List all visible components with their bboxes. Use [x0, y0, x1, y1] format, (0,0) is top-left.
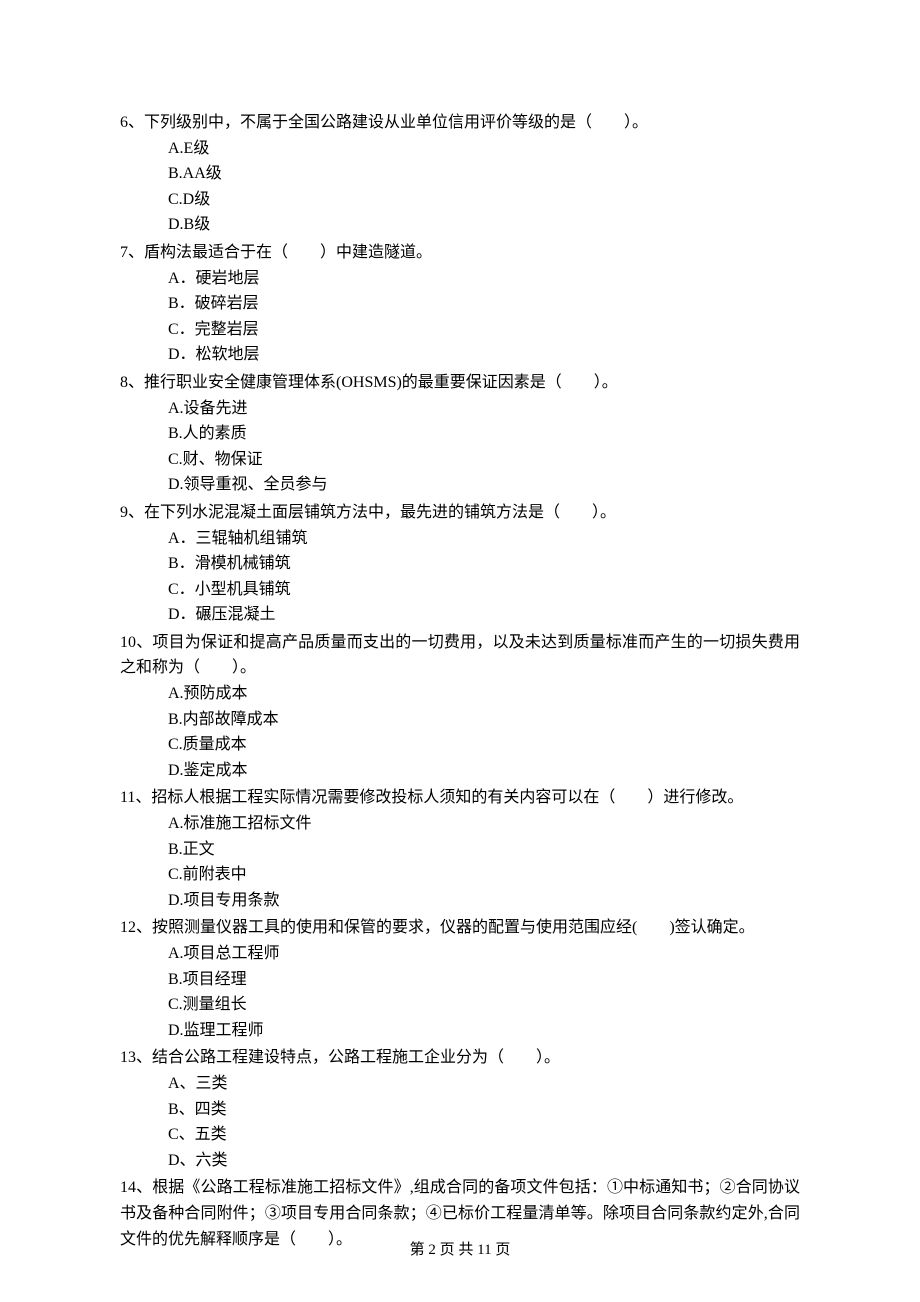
question-option: B.内部故障成本 [168, 707, 800, 733]
question-option: B.正文 [168, 837, 800, 863]
question-stem: 8、推行职业安全健康管理体系(OHSMS)的最重要保证因素是（ ）。 [120, 370, 800, 396]
question-number: 13、 [120, 1049, 152, 1066]
question-options: A.标准施工招标文件B.正文C.前附表中D.项目专用条款 [120, 811, 800, 913]
question-stem-text: 按照测量仪器工具的使用和保管的要求，仪器的配置与使用范围应经( )签认确定。 [152, 919, 755, 936]
question-option: D．松软地层 [168, 342, 800, 368]
question-option: D.项目专用条款 [168, 888, 800, 914]
question-stem-text: 项目为保证和提高产品质量而支出的一切费用，以及未达到质量标准而产生的一切损失费用… [120, 634, 800, 677]
question-option: D、六类 [168, 1148, 800, 1174]
questions-container: 6、下列级别中，不属于全国公路建设从业单位信用评价等级的是（ ）。A.E级B.A… [120, 110, 800, 1252]
question-option: B、四类 [168, 1097, 800, 1123]
question-number: 11、 [120, 789, 151, 806]
question-options: A.预防成本B.内部故障成本C.质量成本D.鉴定成本 [120, 681, 800, 783]
question-options: A、三类B、四类C、五类D、六类 [120, 1071, 800, 1173]
question-option: C．小型机具铺筑 [168, 577, 800, 603]
question-options: A．硬岩地层B．破碎岩层C．完整岩层D．松软地层 [120, 266, 800, 368]
question: 9、在下列水泥混凝土面层铺筑方法中，最先进的铺筑方法是（ ）。A．三辊轴机组铺筑… [120, 500, 800, 628]
question-options: A.E级B.AA级C.D级D.B级 [120, 136, 800, 238]
question-option: A.预防成本 [168, 681, 800, 707]
question-option: A．三辊轴机组铺筑 [168, 526, 800, 552]
question-option: B.项目经理 [168, 967, 800, 993]
question-option: C.前附表中 [168, 862, 800, 888]
question-number: 6、 [120, 114, 144, 131]
question-option: C．完整岩层 [168, 317, 800, 343]
question-option: C.财、物保证 [168, 447, 800, 473]
question-option: C.测量组长 [168, 992, 800, 1018]
question-option: C.质量成本 [168, 732, 800, 758]
question-stem-text: 在下列水泥混凝土面层铺筑方法中，最先进的铺筑方法是（ ）。 [144, 504, 616, 521]
question-options: A．三辊轴机组铺筑B．滑模机械铺筑C．小型机具铺筑D．碾压混凝土 [120, 526, 800, 628]
question-option: D.领导重视、全员参与 [168, 472, 800, 498]
page: 6、下列级别中，不属于全国公路建设从业单位信用评价等级的是（ ）。A.E级B.A… [0, 0, 920, 1302]
question-option: D.B级 [168, 212, 800, 238]
question-number: 12、 [120, 919, 152, 936]
question-stem: 13、结合公路工程建设特点，公路工程施工企业分为（ ）。 [120, 1045, 800, 1071]
question-options: A.项目总工程师B.项目经理C.测量组长D.监理工程师 [120, 941, 800, 1043]
question: 12、按照测量仪器工具的使用和保管的要求，仪器的配置与使用范围应经( )签认确定… [120, 915, 800, 1043]
question-option: A.项目总工程师 [168, 941, 800, 967]
question: 11、招标人根据工程实际情况需要修改投标人须知的有关内容可以在（ ）进行修改。A… [120, 785, 800, 913]
question-option: A.设备先进 [168, 396, 800, 422]
question-option: C、五类 [168, 1122, 800, 1148]
question-options: A.设备先进B.人的素质C.财、物保证D.领导重视、全员参与 [120, 396, 800, 498]
question-stem-text: 结合公路工程建设特点，公路工程施工企业分为（ ）。 [152, 1049, 560, 1066]
question-option: D.监理工程师 [168, 1018, 800, 1044]
question-stem-text: 推行职业安全健康管理体系(OHSMS)的最重要保证因素是（ ）。 [144, 374, 618, 391]
question-stem: 6、下列级别中，不属于全国公路建设从业单位信用评价等级的是（ ）。 [120, 110, 800, 136]
question-stem-text: 招标人根据工程实际情况需要修改投标人须知的有关内容可以在（ ）进行修改。 [151, 789, 743, 806]
question-option: B．滑模机械铺筑 [168, 551, 800, 577]
question-option: B.AA级 [168, 161, 800, 187]
question-option: B.人的素质 [168, 421, 800, 447]
question-number: 14、 [120, 1179, 152, 1196]
question: 10、项目为保证和提高产品质量而支出的一切费用，以及未达到质量标准而产生的一切损… [120, 630, 800, 784]
question-stem: 7、盾构法最适合于在（ ）中建造隧道。 [120, 240, 800, 266]
question: 8、推行职业安全健康管理体系(OHSMS)的最重要保证因素是（ ）。A.设备先进… [120, 370, 800, 498]
question-option: A．硬岩地层 [168, 266, 800, 292]
question-option: A、三类 [168, 1071, 800, 1097]
question-stem: 9、在下列水泥混凝土面层铺筑方法中，最先进的铺筑方法是（ ）。 [120, 500, 800, 526]
question-stem-text: 下列级别中，不属于全国公路建设从业单位信用评价等级的是（ ）。 [144, 114, 648, 131]
question-number: 7、 [120, 244, 144, 261]
question-stem-text: 盾构法最适合于在（ ）中建造隧道。 [144, 244, 432, 261]
question-option: A.标准施工招标文件 [168, 811, 800, 837]
question: 13、结合公路工程建设特点，公路工程施工企业分为（ ）。A、三类B、四类C、五类… [120, 1045, 800, 1173]
question-stem: 11、招标人根据工程实际情况需要修改投标人须知的有关内容可以在（ ）进行修改。 [120, 785, 800, 811]
question-option: D.鉴定成本 [168, 758, 800, 784]
question-number: 10、 [120, 634, 152, 651]
question-option: A.E级 [168, 136, 800, 162]
question-number: 9、 [120, 504, 144, 521]
question: 7、盾构法最适合于在（ ）中建造隧道。A．硬岩地层B．破碎岩层C．完整岩层D．松… [120, 240, 800, 368]
question-option: C.D级 [168, 187, 800, 213]
question-option: D．碾压混凝土 [168, 602, 800, 628]
page-footer: 第 2 页 共 11 页 [0, 1238, 920, 1262]
question-number: 8、 [120, 374, 144, 391]
question-stem: 10、项目为保证和提高产品质量而支出的一切费用，以及未达到质量标准而产生的一切损… [120, 630, 800, 681]
question: 6、下列级别中，不属于全国公路建设从业单位信用评价等级的是（ ）。A.E级B.A… [120, 110, 800, 238]
question-stem: 12、按照测量仪器工具的使用和保管的要求，仪器的配置与使用范围应经( )签认确定… [120, 915, 800, 941]
question-option: B．破碎岩层 [168, 291, 800, 317]
